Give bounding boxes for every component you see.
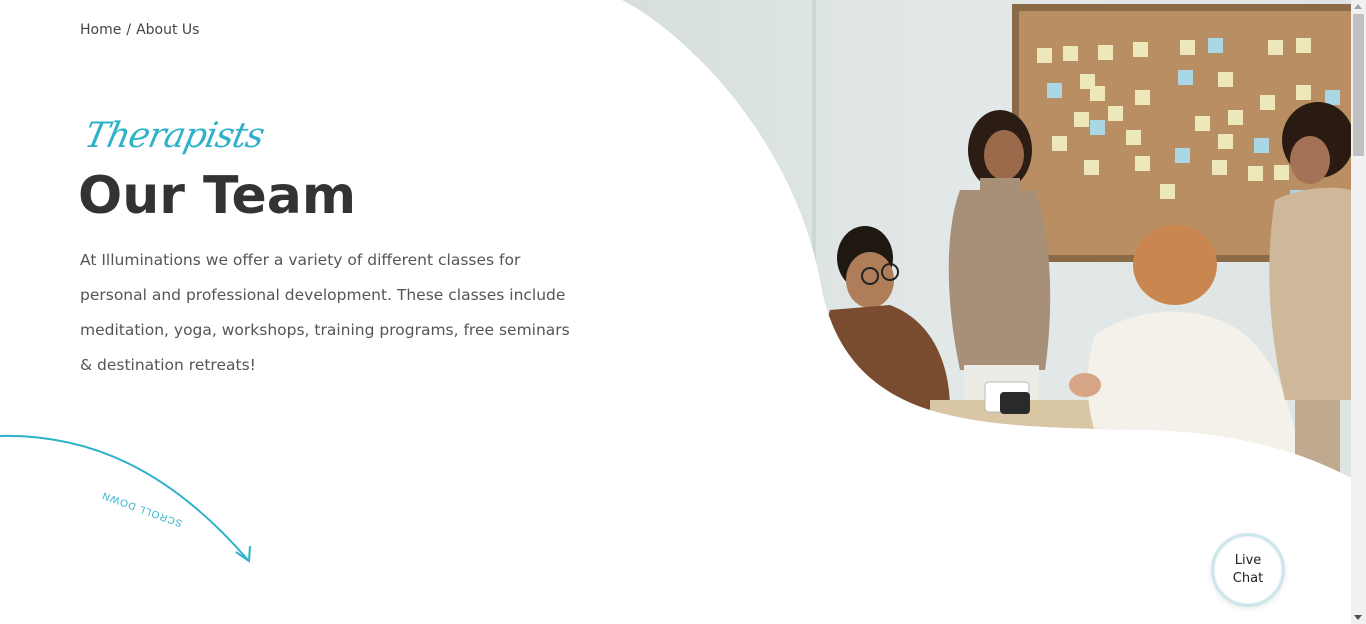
page-scrollbar[interactable] <box>1351 0 1366 624</box>
breadcrumb: Home / About Us <box>80 22 199 38</box>
scroll-up-arrow-icon[interactable] <box>1354 4 1362 9</box>
about-us-page: Home / About Us Therapists Our Team At I… <box>0 0 1366 624</box>
live-chat-button[interactable]: Live Chat <box>1211 533 1285 607</box>
page-title: Our Team <box>78 166 357 226</box>
scroll-down-arrow[interactable]: SCROLL DOWN <box>0 420 270 580</box>
scroll-down-arrow-icon[interactable] <box>1354 615 1362 620</box>
breadcrumb-current-link[interactable]: About Us <box>136 22 199 38</box>
scrollbar-thumb[interactable] <box>1353 14 1364 156</box>
section-eyebrow: Therapists <box>81 116 268 156</box>
breadcrumb-home-link[interactable]: Home <box>80 22 121 38</box>
scroll-down-label: SCROLL DOWN <box>100 489 184 528</box>
live-chat-label: Live Chat <box>1232 553 1264 586</box>
intro-paragraph: At Illuminations we offer a variety of d… <box>80 251 570 374</box>
breadcrumb-separator: / <box>126 22 132 38</box>
